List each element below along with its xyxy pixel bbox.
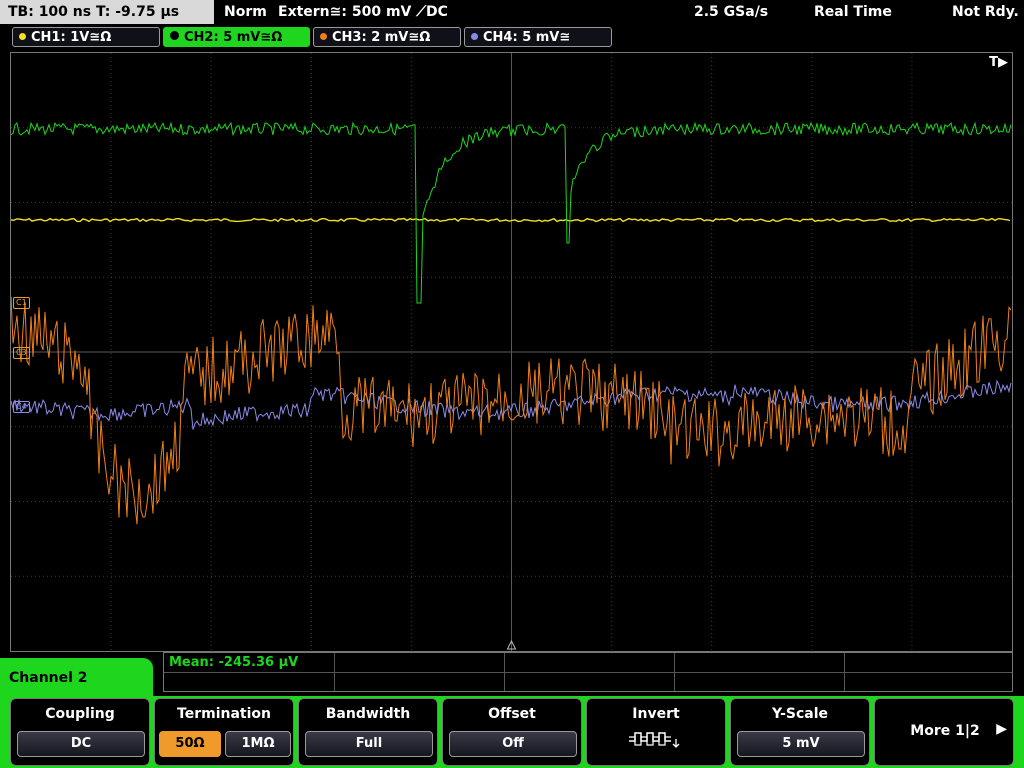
softkey-title: Bandwidth (325, 706, 411, 722)
menu-title: Channel 2 (0, 658, 153, 698)
measurement-divider (844, 653, 845, 691)
trigger-source[interactable]: Extern≅: 500 mV ⟋DC (278, 0, 448, 24)
graticule (11, 53, 1012, 651)
ch3-color-dot (320, 33, 327, 40)
square-wave-invert-icon (629, 732, 680, 748)
channel-tab-ch1[interactable]: CH1: 1V≅Ω (12, 27, 160, 47)
channel-tab-label: CH4: 5 mV≅ (483, 30, 571, 45)
ch4-offset-marker[interactable]: C4 (13, 401, 30, 413)
trigger-mode[interactable]: Norm (224, 0, 267, 24)
invert-softkey[interactable]: Invert (586, 698, 726, 766)
measurement-divider (504, 653, 505, 691)
yscale-softkey[interactable]: Y-Scale 5 mV (730, 698, 870, 766)
trigger-position-marker: T▶ (989, 55, 1008, 70)
channel-tab-ch4[interactable]: CH4: 5 mV≅ (464, 27, 612, 47)
top-status-bar: TB: 100 ns T: -9.75 µs Norm Extern≅: 500… (0, 0, 1024, 24)
softkey-title: Offset (488, 706, 536, 722)
yscale-value[interactable]: 5 mV (737, 731, 865, 757)
ch1-color-dot (19, 33, 26, 40)
ch3-offset-marker[interactable]: C3 (13, 347, 30, 359)
softkey-title: Invert (632, 706, 680, 722)
ch1-offset-marker[interactable]: C1 (13, 297, 30, 309)
channel-tab-label: CH2: 5 mV≅Ω (184, 30, 283, 45)
bandwidth-value[interactable]: Full (305, 731, 433, 757)
bandwidth-softkey[interactable]: Bandwidth Full (298, 698, 438, 766)
sample-rate: 2.5 GSa/s (694, 4, 769, 20)
softkey-title: Y-Scale (771, 706, 828, 722)
ch1-trace (11, 217, 1011, 223)
channel-tab-ch2[interactable]: CH2: 5 mV≅Ω (163, 27, 310, 47)
waveform-display[interactable]: T▶ C1 C3 C4 (10, 52, 1013, 652)
softkey-title: Coupling (45, 706, 115, 722)
timebase-readout[interactable]: TB: 100 ns T: -9.75 µs (0, 0, 214, 24)
channel-tab-row: CH1: 1V≅Ω CH2: 5 mV≅Ω CH3: 2 mV≅Ω CH4: 5… (0, 26, 1024, 50)
termination-softkey[interactable]: Termination 50Ω 1MΩ (154, 698, 294, 766)
acquisition-mode: Real Time (814, 4, 892, 20)
arrow-right-icon: ▶ (996, 721, 1007, 737)
offset-softkey[interactable]: Offset Off (442, 698, 582, 766)
ch4-color-dot (471, 33, 478, 40)
termination-50ohm[interactable]: 50Ω (159, 731, 221, 757)
channel-tab-ch3[interactable]: CH3: 2 mV≅Ω (313, 27, 461, 47)
coupling-value[interactable]: DC (17, 731, 145, 757)
channel-tab-label: CH1: 1V≅Ω (31, 30, 112, 45)
measurement-divider (334, 653, 335, 691)
ch2-color-dot (170, 31, 179, 40)
measurement-divider (674, 653, 675, 691)
offset-value[interactable]: Off (449, 731, 577, 757)
softkey-title: Termination (177, 706, 271, 722)
coupling-softkey[interactable]: Coupling DC (10, 698, 150, 766)
termination-1mohm[interactable]: 1MΩ (225, 731, 291, 757)
more-label: More 1|2 (910, 723, 980, 739)
more-softkey[interactable]: More 1|2 ▶ (874, 698, 1014, 766)
channel-tab-label: CH3: 2 mV≅Ω (332, 30, 431, 45)
trigger-status: Not Rdy. (952, 4, 1019, 20)
measurement-panel: Mean: -245.36 µV (163, 652, 1013, 692)
measurement-divider (164, 672, 1012, 673)
mean-measurement[interactable]: Mean: -245.36 µV (169, 655, 298, 670)
